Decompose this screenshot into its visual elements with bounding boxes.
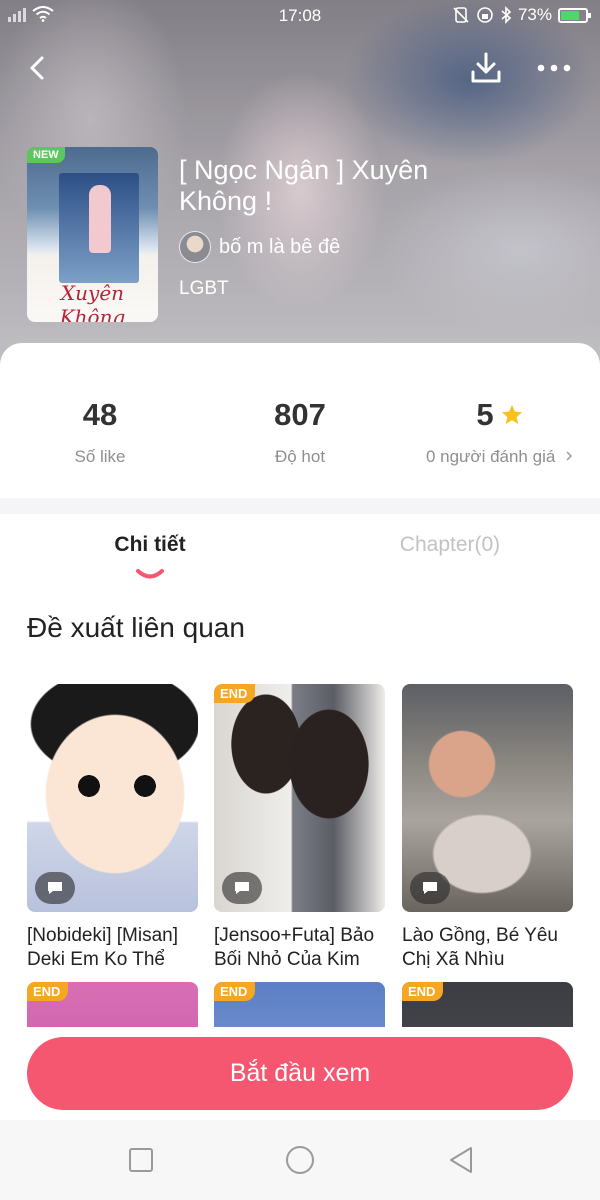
stat-likes: 48 Số like — [0, 395, 200, 485]
tab-details-label: Chi tiết — [114, 533, 186, 556]
end-badge: END — [402, 982, 444, 1001]
triangle-back-icon[interactable] — [441, 1144, 481, 1176]
square-icon[interactable] — [121, 1144, 161, 1176]
back-arrow-icon[interactable] — [20, 50, 56, 86]
battery-fill — [561, 10, 579, 20]
related-card[interactable]: Lào Gồng, Bé Yêu Chị Xã Nhìu — [402, 684, 573, 972]
end-badge: END — [27, 982, 69, 1001]
related-section-title: Đề xuất liên quan — [27, 612, 245, 643]
likes-value: 48 — [82, 397, 118, 432]
top-bar — [0, 44, 600, 94]
tab-active-indicator — [136, 569, 164, 579]
lock-rotation-icon — [477, 7, 493, 23]
chevron-right-icon — [566, 451, 573, 461]
stats-row: 48 Số like 807 Độ hot 5 0 người đánh giá — [0, 395, 600, 485]
end-badge: END — [214, 684, 256, 703]
related-card[interactable]: [Nobideki] [Misan] Deki Em Ko Thể — [27, 684, 198, 972]
tab-bar: Chi tiết Chapter(0) — [0, 524, 600, 580]
comment-icon — [410, 872, 450, 904]
cover-title-text: Xuyên Không — [59, 281, 126, 322]
comment-icon — [35, 872, 75, 904]
related-thumbnail[interactable]: END — [214, 684, 385, 912]
section-divider — [0, 498, 600, 514]
end-badge: END — [214, 982, 256, 1001]
tab-chapters[interactable]: Chapter(0) — [300, 524, 600, 580]
bluetooth-icon — [501, 6, 512, 24]
comment-icon — [222, 872, 262, 904]
author-name[interactable]: bố m là bê đê — [219, 236, 340, 259]
battery-percent: 73% — [517, 5, 552, 24]
related-thumbnail[interactable] — [402, 684, 573, 912]
new-badge: NEW — [27, 147, 65, 163]
comic-title: [ Ngọc Ngân ] Xuyên Không ! — [179, 155, 429, 216]
circle-icon[interactable] — [280, 1144, 320, 1176]
author-row[interactable]: bố m là bê đê — [179, 230, 340, 264]
author-avatar[interactable] — [179, 231, 211, 263]
status-bar: 17:08 73% — [0, 0, 600, 32]
more-dots-icon[interactable] — [532, 50, 576, 86]
system-nav-bar — [0, 1120, 600, 1200]
related-card-title[interactable]: [Jensoo+Futa] Bảo Bối Nhỏ Của Kim — [214, 924, 385, 972]
rating-value: 5 — [476, 397, 494, 432]
related-card-title[interactable]: Lào Gồng, Bé Yêu Chị Xã Nhìu — [402, 924, 573, 972]
related-card[interactable]: END [Jensoo+Futa] Bảo Bối Nhỏ Của Kim — [214, 684, 385, 972]
hot-value: 807 — [274, 397, 326, 432]
start-reading-button[interactable]: Bắt đầu xem — [27, 1037, 573, 1110]
cover-figure — [89, 185, 111, 253]
comic-cover: Xuyên Không — [27, 147, 158, 322]
genre-tag[interactable]: LGBT — [179, 278, 229, 300]
stat-rating[interactable]: 5 0 người đánh giá — [400, 395, 600, 485]
related-thumbnail[interactable] — [27, 684, 198, 912]
battery-icon — [558, 7, 591, 23]
stat-hot: 807 Độ hot — [200, 395, 400, 485]
star-icon — [501, 405, 522, 424]
download-icon[interactable] — [466, 48, 506, 88]
tab-chapters-label: Chapter(0) — [399, 533, 501, 556]
likes-label: Số like — [74, 447, 126, 466]
mute-icon — [453, 7, 469, 23]
hot-label: Độ hot — [274, 447, 326, 466]
tab-details[interactable]: Chi tiết — [0, 524, 300, 580]
rating-label-row[interactable]: 0 người đánh giá — [400, 447, 600, 467]
related-card-title[interactable]: [Nobideki] [Misan] Deki Em Ko Thể — [27, 924, 198, 972]
status-icons: 73% — [452, 5, 591, 25]
rating-count-label: 0 người đánh giá — [425, 447, 556, 466]
